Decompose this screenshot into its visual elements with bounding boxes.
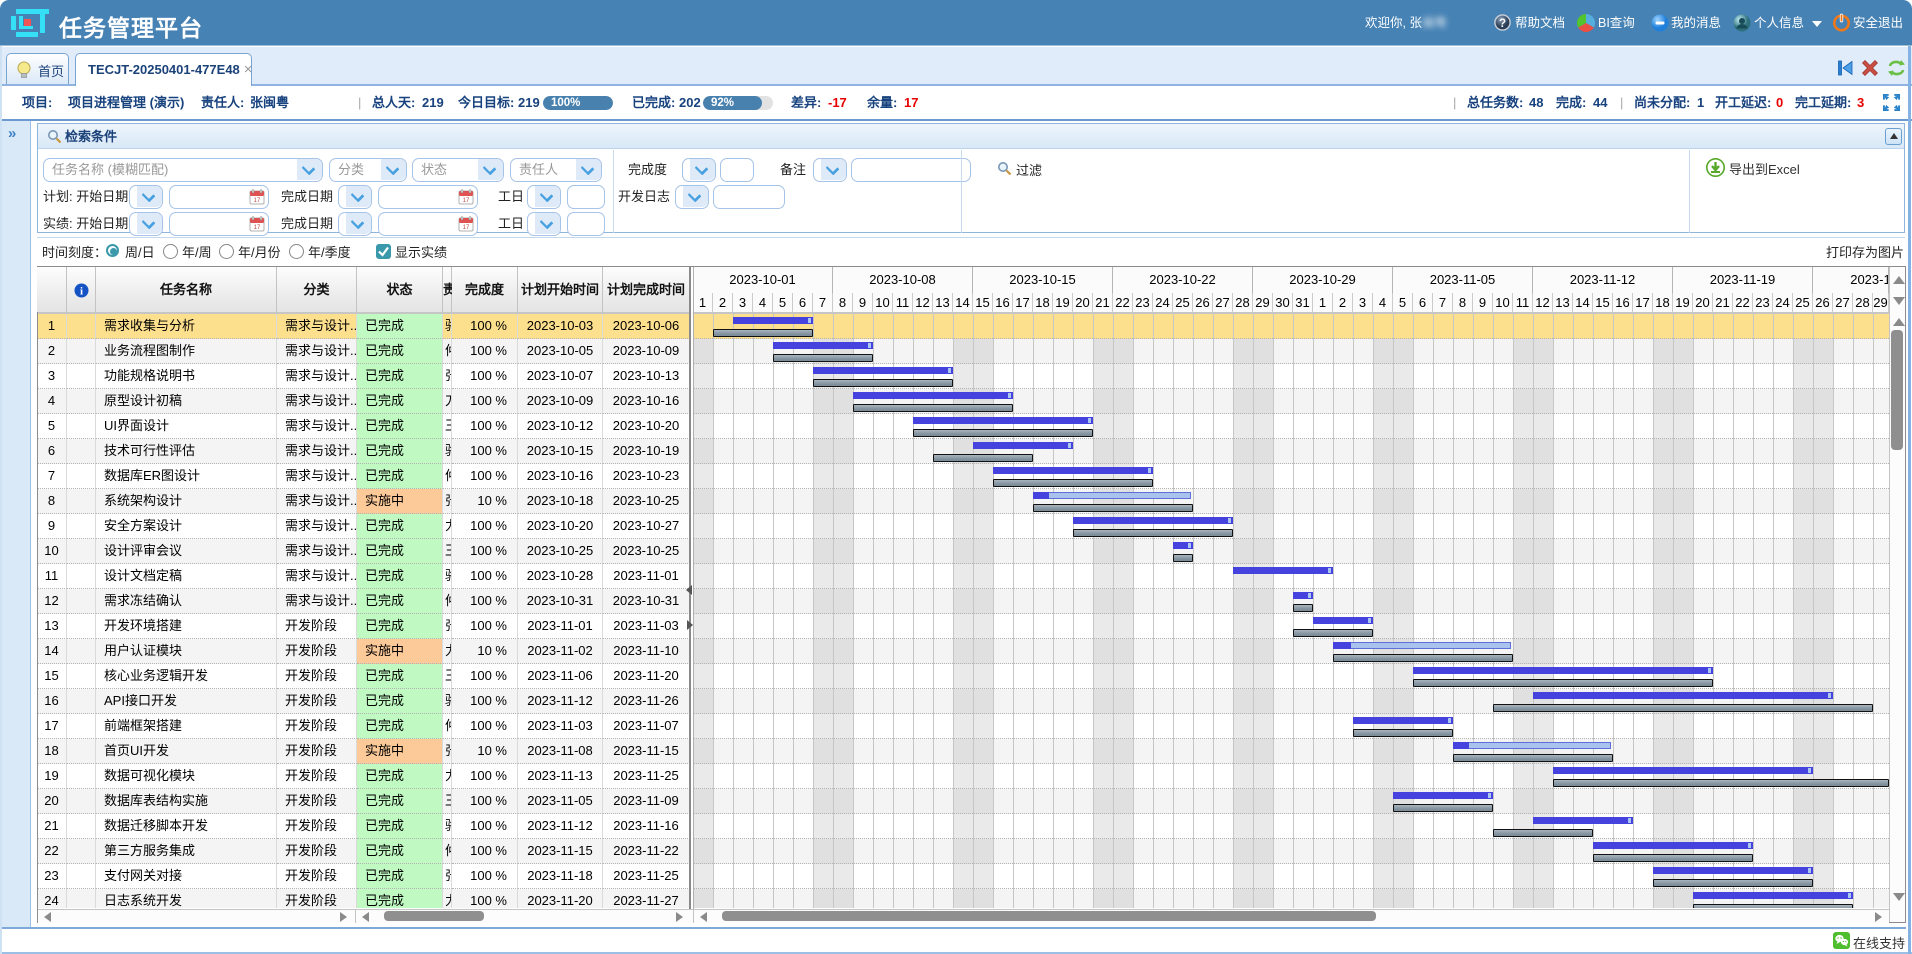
svg-text:17: 17: [254, 198, 261, 204]
svg-text:17: 17: [463, 198, 470, 204]
svg-text:?: ?: [1499, 18, 1506, 30]
svg-text:i: i: [80, 286, 83, 298]
svg-text:17: 17: [254, 225, 261, 231]
svg-text:17: 17: [463, 225, 470, 231]
